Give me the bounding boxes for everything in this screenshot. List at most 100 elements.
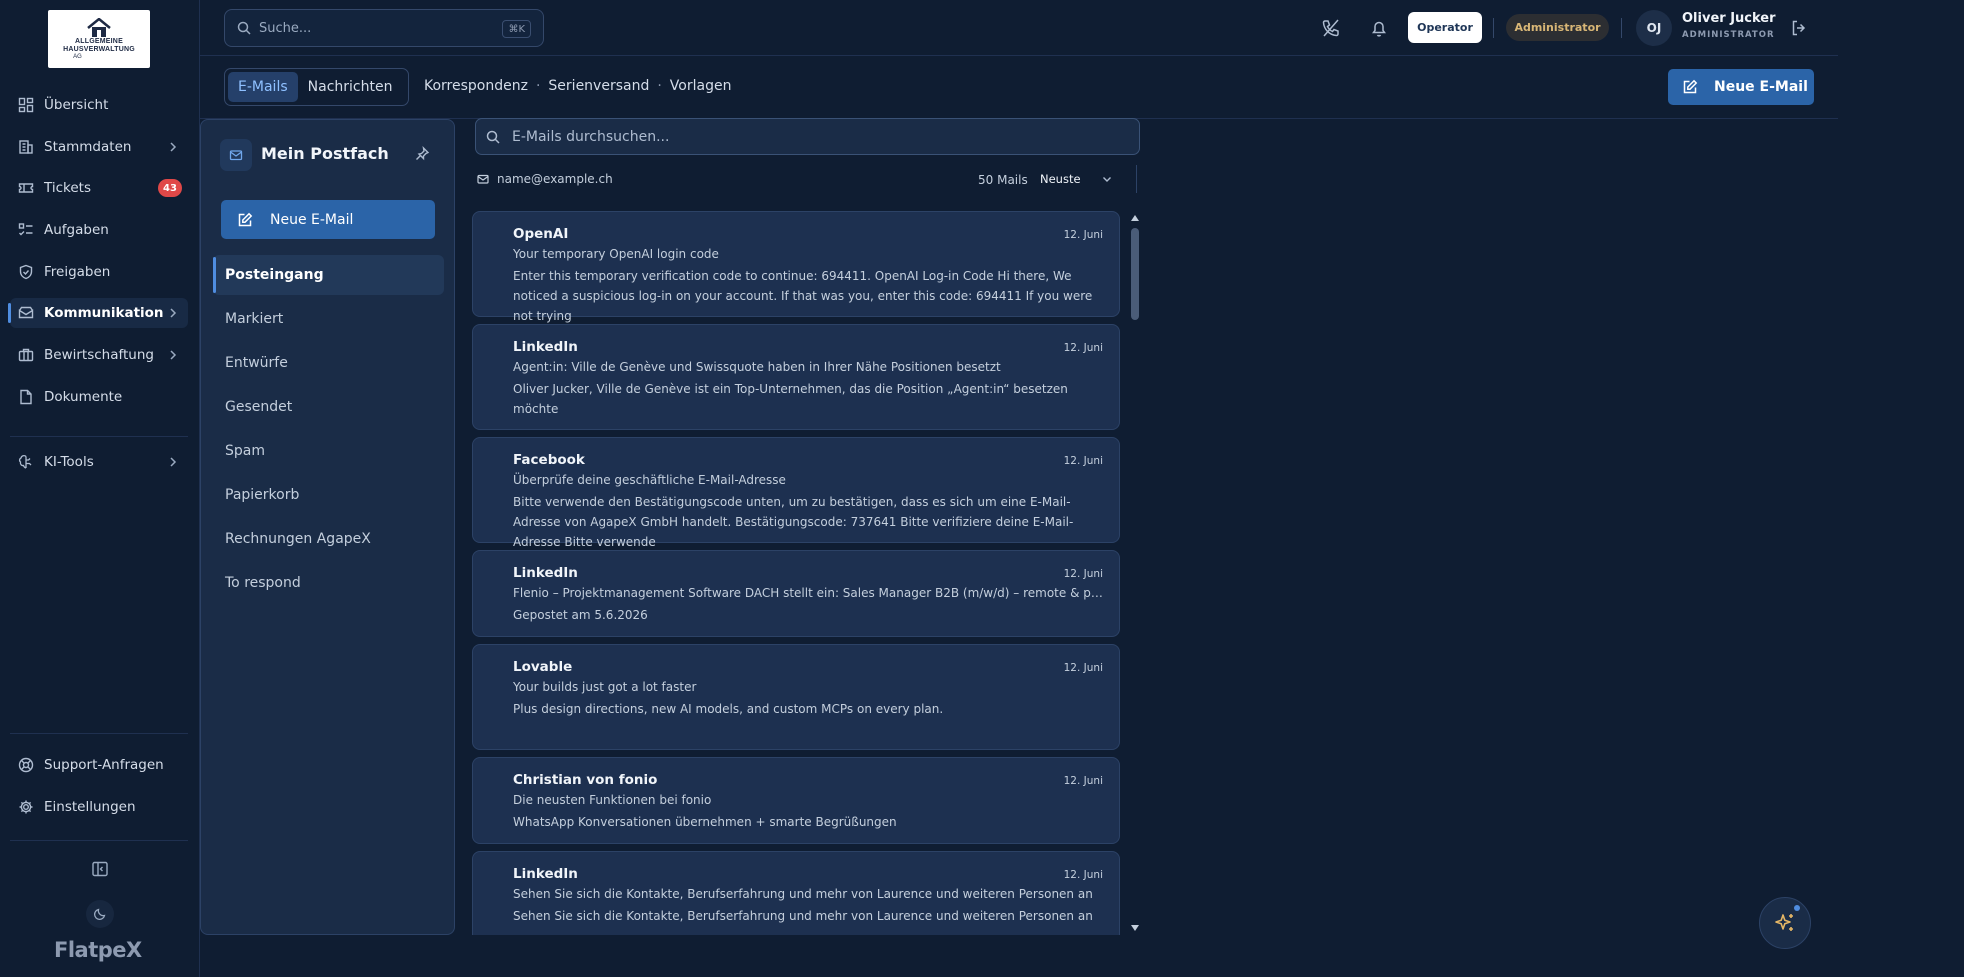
- sub-header: E-Mails Nachrichten Korrespondenz · Seri…: [200, 56, 1838, 119]
- tab-emails[interactable]: E-Mails: [228, 72, 298, 102]
- sidebar-item-label: Support-Anfragen: [44, 757, 164, 773]
- mailbox-icon-box: [220, 139, 252, 171]
- new-email-button[interactable]: Neue E-Mail: [1668, 69, 1814, 105]
- operator-button[interactable]: Operator: [1408, 12, 1482, 43]
- mail-item[interactable]: LinkedIn 12. Juni Agent:in: Ville de Gen…: [472, 324, 1120, 430]
- nav-divider: [10, 436, 188, 437]
- sidebar-item-ki-tools[interactable]: KI-Tools: [10, 447, 188, 477]
- link-serienversand[interactable]: Serienversand: [548, 78, 649, 94]
- tasks-icon: [18, 223, 33, 236]
- house-logo-icon: [87, 17, 111, 37]
- folder-to-respond[interactable]: To respond: [213, 563, 444, 603]
- search-shortcut: ⌘K: [502, 20, 531, 38]
- folder-markiert[interactable]: Markiert: [213, 299, 444, 339]
- folder-posteingang[interactable]: Posteingang: [213, 255, 444, 295]
- building-icon: [19, 139, 33, 154]
- mail-item[interactable]: Lovable 12. Juni Your builds just got a …: [472, 644, 1120, 750]
- mail-date: 12. Juni: [1063, 568, 1103, 580]
- ai-assistant-button[interactable]: [1759, 897, 1811, 949]
- folder-spam[interactable]: Spam: [213, 431, 444, 471]
- scrollbar-thumb[interactable]: [1131, 228, 1139, 320]
- scroll-up-icon[interactable]: [1130, 213, 1140, 223]
- mail-subject: Your builds just got a lot faster: [513, 680, 697, 694]
- sidebar-item-freigaben[interactable]: Freigaben: [10, 257, 188, 287]
- gear-icon: [19, 800, 33, 814]
- folder-entwuerfe[interactable]: Entwürfe: [213, 343, 444, 383]
- mailbox-new-email-button[interactable]: Neue E-Mail: [221, 200, 435, 239]
- sidebar-item-dokumente[interactable]: Dokumente: [10, 382, 188, 412]
- shield-check-icon: [19, 264, 33, 279]
- sidebar-item-kommunikation[interactable]: Kommunikation: [8, 298, 188, 329]
- mail-sender: LinkedIn: [513, 339, 578, 355]
- mail-item[interactable]: LinkedIn 12. Juni Flenio – Projektmanage…: [472, 550, 1120, 637]
- folder-papierkorb[interactable]: Papierkorb: [213, 475, 444, 515]
- mail-item[interactable]: LinkedIn 12. Juni Sehen Sie sich die Kon…: [472, 851, 1120, 935]
- account-selector[interactable]: name@example.ch: [477, 172, 613, 186]
- sort-select[interactable]: Neuste: [1040, 172, 1113, 186]
- sidebar-item-tickets[interactable]: Tickets 43: [10, 173, 188, 203]
- mail-list-scrollbar[interactable]: [1128, 211, 1142, 935]
- sidebar-item-label: Freigaben: [44, 263, 111, 280]
- sidebar-item-support[interactable]: Support-Anfragen: [10, 750, 188, 780]
- mail-preview: Plus design directions, new AI models, a…: [513, 702, 944, 716]
- sidebar-bottom-nav: Support-Anfragen Einstellungen: [10, 750, 188, 833]
- logout-icon[interactable]: [1789, 18, 1809, 38]
- pin-icon[interactable]: [414, 146, 430, 162]
- theme-toggle[interactable]: [86, 900, 114, 928]
- sidebar-item-stammdaten[interactable]: Stammdaten: [10, 132, 188, 162]
- sidebar-item-label: Dokumente: [44, 388, 123, 405]
- email-search-input[interactable]: E-Mails durchsuchen...: [475, 118, 1140, 155]
- mail-preview: Gepostet am 5.6.2026: [513, 608, 648, 622]
- sort-value: Neuste: [1040, 172, 1081, 186]
- list-divider: [1136, 165, 1137, 193]
- mail-icon: [229, 150, 243, 161]
- sidebar-item-bewirtschaftung[interactable]: Bewirtschaftung: [10, 340, 188, 370]
- scroll-down-icon[interactable]: [1130, 923, 1140, 933]
- brain-icon: [18, 455, 32, 469]
- company-logo[interactable]: ALLGEMEINE HAUSVERWALTUNG AG: [48, 10, 150, 68]
- sidebar-item-label: Aufgaben: [44, 222, 109, 239]
- sidebar-item-einstellungen[interactable]: Einstellungen: [10, 792, 188, 822]
- mail-date: 12. Juni: [1063, 869, 1103, 881]
- sidebar-item-label: Einstellungen: [44, 798, 136, 815]
- sidebar-nav: Übersicht Stammdaten Tickets 43 Aufgaben…: [8, 90, 188, 424]
- phone-off-icon[interactable]: [1320, 17, 1342, 39]
- mail-date: 12. Juni: [1063, 455, 1103, 467]
- chevron-right-icon: [170, 457, 177, 467]
- nav-divider: [10, 840, 188, 841]
- logo-text-3: AG: [73, 53, 82, 60]
- sidebar-item-uebersicht[interactable]: Übersicht: [10, 90, 188, 120]
- document-icon: [20, 389, 32, 405]
- nav-divider: [10, 733, 188, 734]
- compose-icon: [238, 212, 253, 226]
- folder-rechnungen-agapex[interactable]: Rechnungen AgapeX: [213, 519, 444, 559]
- mail-item[interactable]: Christian von fonio 12. Juni Die neusten…: [472, 757, 1120, 844]
- mail-icon: [18, 307, 34, 319]
- header-divider: [1493, 18, 1494, 38]
- search-icon: [486, 130, 500, 144]
- new-email-label: Neue E-Mail: [1714, 79, 1808, 95]
- tab-nachrichten[interactable]: Nachrichten: [298, 72, 403, 102]
- notification-dot: [1794, 905, 1800, 911]
- mail-item[interactable]: OpenAI 12. Juni Your temporary OpenAI lo…: [472, 211, 1120, 323]
- folder-list: Posteingang Markiert Entwürfe Gesendet S…: [213, 255, 444, 607]
- mail-sender: LinkedIn: [513, 866, 578, 882]
- mail-preview: Sehen Sie sich die Kontakte, Berufserfah…: [513, 909, 1093, 923]
- link-korrespondenz[interactable]: Korrespondenz: [424, 78, 528, 94]
- chevron-right-icon: [170, 350, 177, 360]
- mail-date: 12. Juni: [1063, 775, 1103, 787]
- sparkles-icon: [1775, 914, 1793, 931]
- mail-sender: LinkedIn: [513, 565, 578, 581]
- global-search-input[interactable]: Suche... ⌘K: [224, 9, 544, 47]
- mail-item[interactable]: Facebook 12. Juni Überprüfe deine geschä…: [472, 437, 1120, 549]
- sidebar-item-aufgaben[interactable]: Aufgaben: [10, 215, 188, 245]
- link-vorlagen[interactable]: Vorlagen: [670, 78, 732, 94]
- folder-gesendet[interactable]: Gesendet: [213, 387, 444, 427]
- mail-preview: Enter this temporary verification code t…: [513, 269, 1093, 323]
- sidebar-item-label: Kommunikation: [44, 305, 164, 322]
- bell-icon[interactable]: [1368, 17, 1390, 39]
- search-placeholder: Suche...: [259, 20, 312, 36]
- collapse-sidebar-icon[interactable]: [91, 860, 109, 878]
- avatar[interactable]: OJ: [1636, 10, 1672, 46]
- separator-dot: ·: [657, 78, 662, 94]
